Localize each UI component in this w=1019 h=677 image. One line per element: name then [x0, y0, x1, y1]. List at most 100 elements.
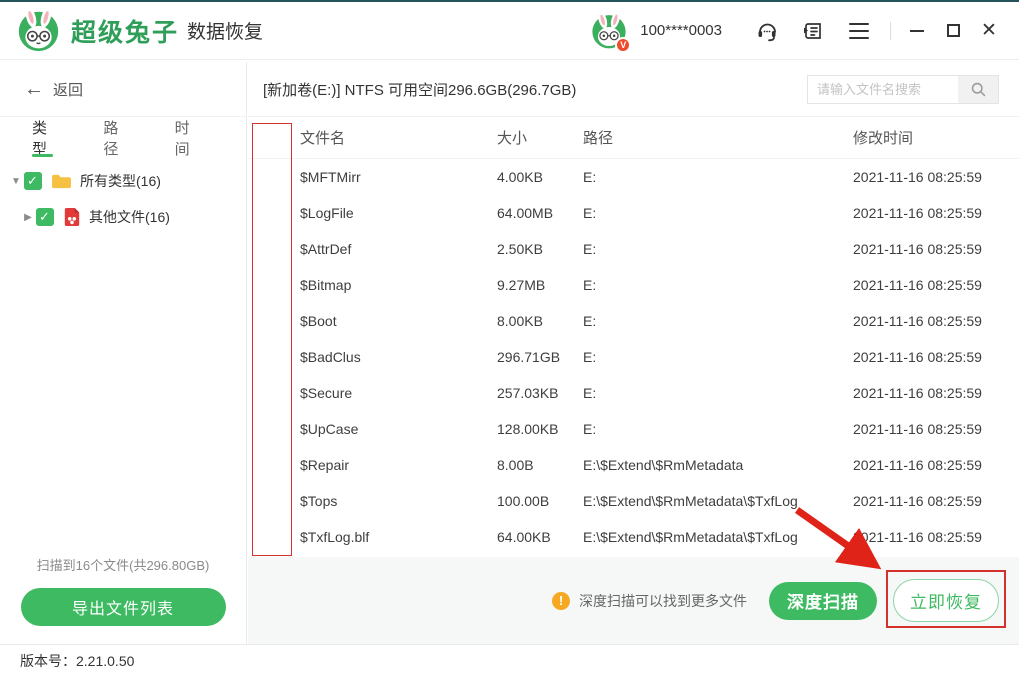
cell-filename: $BadClus	[300, 349, 361, 365]
cell-size: 2.50KB	[497, 241, 543, 257]
table-row[interactable]: $Tops 100.00B E:\$Extend\$RmMetadata\$Tx…	[248, 483, 1019, 519]
cell-modified: 2021-11-16 08:25:59	[853, 277, 982, 293]
search-input[interactable]	[808, 76, 958, 103]
table-header: 文件名 大小 路径 修改时间	[248, 117, 1019, 159]
tree-item-all-types[interactable]: ▼ 所有类型(16)	[0, 163, 246, 199]
back-button[interactable]: ← 返回	[0, 62, 246, 117]
table-row[interactable]: $Repair 8.00B E:\$Extend\$RmMetadata 202…	[248, 447, 1019, 483]
table-row[interactable]: $MFTMirr 4.00KB E: 2021-11-16 08:25:59	[248, 159, 1019, 195]
export-file-list-button[interactable]: 导出文件列表	[20, 588, 226, 626]
deep-scan-button[interactable]: 深度扫描	[769, 581, 877, 620]
recover-now-button[interactable]: 立即恢复	[893, 579, 999, 622]
customer-service-icon[interactable]	[754, 18, 780, 44]
deep-scan-hint: 深度扫描可以找到更多文件	[579, 592, 747, 609]
cell-filename: $Secure	[300, 385, 353, 401]
volume-info-bar: [新加卷(E:)] NTFS 可用空间296.6GB(296.7GB)	[248, 62, 1019, 117]
cell-modified: 2021-11-16 08:25:59	[853, 349, 982, 365]
footer-bar: 版本号：2.21.0.50	[0, 644, 1019, 677]
cell-modified: 2021-11-16 08:25:59	[853, 493, 982, 509]
cell-filename: $MFTMirr	[300, 169, 361, 185]
misc-file-icon	[63, 207, 81, 227]
column-header-filename[interactable]: 文件名	[300, 127, 497, 148]
table-row[interactable]: $TxfLog.blf 64.00KB E:\$Extend\$RmMetada…	[248, 519, 1019, 555]
table-row[interactable]: $BadClus 296.71GB E: 2021-11-16 08:25:59	[248, 339, 1019, 375]
warning-icon: !	[552, 591, 570, 610]
app-subtitle: 数据恢复	[187, 22, 264, 43]
search-button[interactable]	[958, 76, 998, 103]
back-label: 返回	[53, 81, 84, 99]
cell-size: 9.27MB	[497, 277, 546, 293]
cell-path: E:	[583, 421, 597, 437]
cell-filename: $Repair	[300, 457, 350, 473]
tree-checkbox[interactable]	[36, 208, 54, 226]
back-arrow-icon: ←	[24, 78, 44, 100]
cell-modified: 2021-11-16 08:25:59	[853, 241, 982, 257]
sidebar-bottom: 扫描到16个文件(共296.80GB) 导出文件列表	[0, 555, 246, 626]
cell-path: E:	[583, 349, 597, 365]
column-header-size[interactable]: 大小	[497, 127, 583, 148]
menu-icon[interactable]	[846, 18, 872, 44]
cell-path: E:\$Extend\$RmMetadata	[583, 457, 744, 473]
cell-path: E:	[583, 241, 597, 257]
cell-path: E:	[583, 313, 597, 329]
volume-info: [新加卷(E:)] NTFS 可用空间296.6GB(296.7GB)	[263, 81, 577, 99]
app-logo-rabbit-icon	[16, 7, 61, 53]
maximize-button[interactable]	[938, 16, 968, 46]
tab-type[interactable]: 类型	[32, 117, 54, 159]
folder-icon	[51, 173, 72, 190]
cell-size: 8.00B	[497, 457, 534, 473]
table-row[interactable]: $Boot 8.00KB E: 2021-11-16 08:25:59	[248, 303, 1019, 339]
column-header-path[interactable]: 路径	[583, 127, 853, 148]
sidebar: ← 返回 类型 路径 时间 ▼ 所有类型(16) ▶	[0, 62, 247, 644]
app-title: 超级兔子	[71, 18, 180, 47]
search-box	[807, 75, 999, 104]
vip-badge: V	[615, 36, 632, 53]
cell-modified: 2021-11-16 08:25:59	[853, 421, 982, 437]
titlebar: 超级兔子 数据恢复 V 100****0003 ✕	[0, 2, 1019, 60]
filter-tabs: 类型 路径 时间	[0, 117, 246, 159]
table-row[interactable]: $LogFile 64.00MB E: 2021-11-16 08:25:59	[248, 195, 1019, 231]
window-top-border	[0, 0, 1019, 2]
tab-path[interactable]: 路径	[103, 117, 124, 159]
cell-path: E:	[583, 205, 597, 221]
tree-checkbox[interactable]	[24, 172, 42, 190]
app-brand: 超级兔子 数据恢复	[16, 7, 264, 53]
version-label: 版本号：2.21.0.50	[20, 653, 135, 669]
caret-right-icon[interactable]: ▶	[20, 212, 36, 223]
titlebar-separator	[890, 21, 891, 40]
cell-modified: 2021-11-16 08:25:59	[853, 205, 982, 221]
cell-size: 296.71GB	[497, 349, 561, 365]
tree-item-other-files[interactable]: ▶ 其他文件(16)	[0, 199, 246, 235]
cell-size: 64.00KB	[497, 529, 551, 545]
cell-size: 128.00KB	[497, 421, 559, 437]
cell-path: E:	[583, 277, 597, 293]
table-row[interactable]: $Bitmap 9.27MB E: 2021-11-16 08:25:59	[248, 267, 1019, 303]
table-row[interactable]: $AttrDef 2.50KB E: 2021-11-16 08:25:59	[248, 231, 1019, 267]
table-row[interactable]: $UpCase 128.00KB E: 2021-11-16 08:25:59	[248, 411, 1019, 447]
table-row[interactable]: $Secure 257.03KB E: 2021-11-16 08:25:59	[248, 375, 1019, 411]
cell-size: 8.00KB	[497, 313, 543, 329]
user-avatar[interactable]: V	[590, 11, 632, 53]
tree-label: 其他文件(16)	[89, 209, 170, 225]
cell-size: 4.00KB	[497, 169, 543, 185]
column-header-modified[interactable]: 修改时间	[853, 127, 1019, 148]
cell-modified: 2021-11-16 08:25:59	[853, 385, 982, 401]
close-button[interactable]: ✕	[974, 16, 1004, 46]
main-panel: [新加卷(E:)] NTFS 可用空间296.6GB(296.7GB) 文件名 …	[248, 62, 1019, 644]
cell-filename: $Tops	[300, 493, 338, 509]
tab-time[interactable]: 时间	[175, 117, 196, 159]
minimize-button[interactable]	[902, 16, 932, 46]
cell-size: 64.00MB	[497, 205, 554, 221]
cell-modified: 2021-11-16 08:25:59	[853, 457, 982, 473]
cell-filename: $UpCase	[300, 421, 359, 437]
feedback-icon[interactable]	[800, 18, 826, 44]
titlebar-right: V 100****0003 ✕	[590, 11, 1007, 53]
cell-modified: 2021-11-16 08:25:59	[853, 169, 982, 185]
cell-path: E:\$Extend\$RmMetadata\$TxfLog	[583, 529, 798, 545]
cell-filename: $Bitmap	[300, 277, 352, 293]
caret-down-icon[interactable]: ▼	[8, 176, 24, 187]
cell-size: 257.03KB	[497, 385, 559, 401]
account-id[interactable]: 100****0003	[640, 22, 722, 39]
action-bar: ! 深度扫描可以找到更多文件 深度扫描 立即恢复	[248, 557, 1019, 644]
cell-filename: $LogFile	[300, 205, 354, 221]
